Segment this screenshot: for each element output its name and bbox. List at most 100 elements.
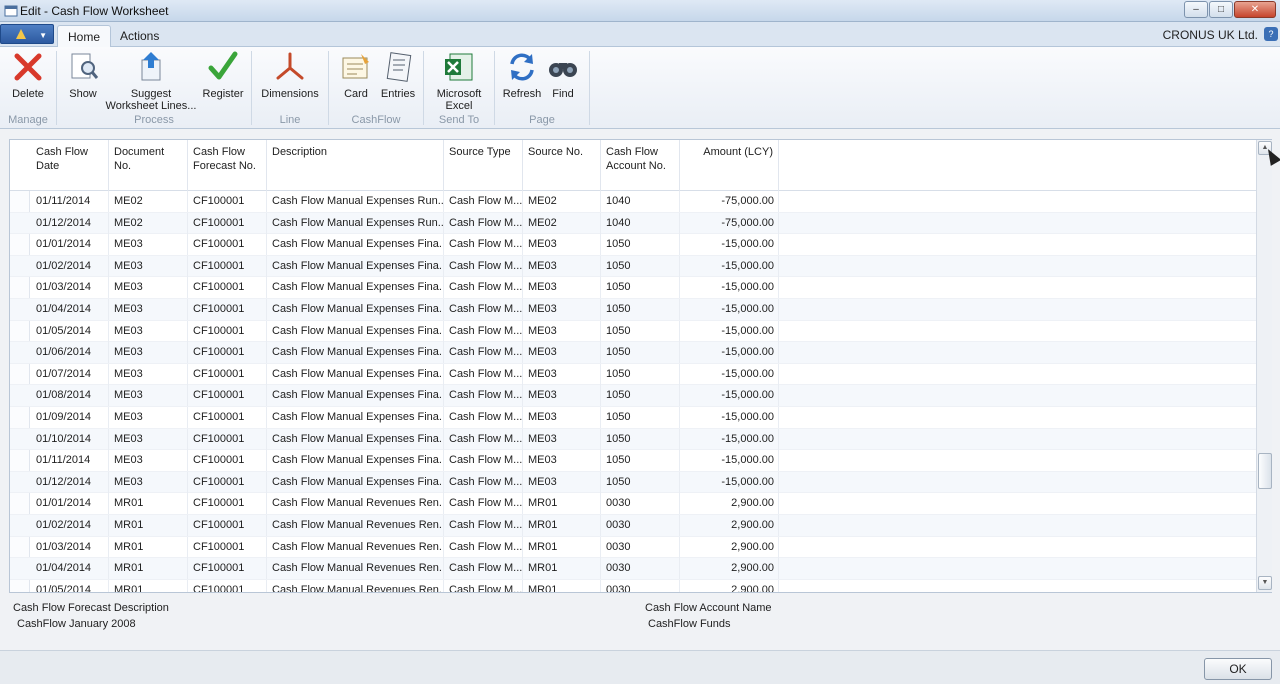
cell-cash-flow-date[interactable]: 01/09/2014 [33,407,109,428]
cell-source-type[interactable]: Cash Flow M... [446,493,523,515]
table-row[interactable]: 01/04/2014 ME03 CF100001 Cash Flow Manual E… [10,299,1256,321]
cell-forecast-no[interactable]: CF100001 [190,191,267,212]
cell-forecast-no[interactable]: CF100001 [190,299,267,320]
cell-source-no[interactable]: ME03 [525,407,601,428]
cell-document-no[interactable]: ME03 [111,471,188,493]
cell-source-type[interactable]: Cash Flow M... [446,212,523,234]
cell-account-no[interactable]: 0030 [603,579,680,592]
find-button[interactable]: Find [543,50,583,100]
cell-amount-lcy[interactable]: -75,000.00 [682,212,779,234]
cell-source-type[interactable]: Cash Flow M... [446,579,523,592]
cell-document-no[interactable]: ME02 [111,191,188,212]
table-row[interactable]: 01/09/2014 ME03 CF100001 Cash Flow Manual E… [10,407,1256,429]
cell-source-type[interactable]: Cash Flow M... [446,277,523,299]
cell-source-no[interactable]: ME03 [525,450,601,472]
cell-source-no[interactable]: ME03 [525,299,601,320]
scroll-down-button[interactable]: ▼ [1258,576,1272,590]
cell-account-no[interactable]: 1050 [603,299,680,320]
cell-amount-lcy[interactable]: 2,900.00 [682,493,779,515]
cell-amount-lcy[interactable]: -15,000.00 [682,342,779,364]
cell-forecast-no[interactable]: CF100001 [190,471,267,493]
suggest-worksheet-lines-button[interactable]: Suggest Worksheet Lines... [103,50,199,112]
cell-cash-flow-date[interactable]: 01/05/2014 [33,579,109,592]
column-header-document-no[interactable]: Document No. [109,140,188,191]
column-header-description[interactable]: Description [267,140,444,191]
cell-account-no[interactable]: 1050 [603,342,680,364]
cell-source-type[interactable]: Cash Flow M... [446,515,523,536]
cell-forecast-no[interactable]: CF100001 [190,255,267,277]
cell-forecast-no[interactable]: CF100001 [190,320,267,342]
cell-description[interactable]: Cash Flow Manual Expenses Fina... [269,299,444,320]
cell-amount-lcy[interactable]: -15,000.00 [682,450,779,472]
column-header-cash-flow-date[interactable]: Cash Flow Date [31,140,109,191]
cell-source-no[interactable]: MR01 [525,493,601,515]
cell-description[interactable]: Cash Flow Manual Expenses Fina... [269,428,444,450]
close-button[interactable]: ✕ [1234,1,1276,18]
cell-account-no[interactable]: 1050 [603,450,680,472]
cell-source-no[interactable]: ME03 [525,428,601,450]
minimize-button[interactable]: – [1184,1,1208,18]
cell-forecast-no[interactable]: CF100001 [190,515,267,536]
column-header-amount-lcy[interactable]: Amount (LCY) [680,140,779,191]
ok-button[interactable]: OK [1204,658,1272,680]
scroll-thumb[interactable] [1258,453,1272,489]
cell-description[interactable]: Cash Flow Manual Expenses Run... [269,212,444,234]
cell-source-type[interactable]: Cash Flow M... [446,450,523,472]
cell-source-no[interactable]: ME02 [525,191,601,212]
cell-amount-lcy[interactable]: -15,000.00 [682,428,779,450]
cell-account-no[interactable]: 1040 [603,212,680,234]
table-row[interactable]: 01/10/2014 ME03 CF100001 Cash Flow Manual E… [10,428,1256,451]
cell-amount-lcy[interactable]: -15,000.00 [682,299,779,320]
cell-account-no[interactable]: 1050 [603,320,680,342]
cell-description[interactable]: Cash Flow Manual Expenses Fina... [269,234,444,256]
card-button[interactable]: Card [335,50,377,100]
cell-cash-flow-date[interactable]: 01/10/2014 [33,428,109,450]
cell-cash-flow-date[interactable]: 01/04/2014 [33,299,109,320]
cell-cash-flow-date[interactable]: 01/12/2014 [33,212,109,234]
cell-source-type[interactable]: Cash Flow M... [446,407,523,428]
cell-description[interactable]: Cash Flow Manual Expenses Fina... [269,255,444,277]
cell-description[interactable]: Cash Flow Manual Expenses Fina... [269,277,444,299]
cell-description[interactable]: Cash Flow Manual Expenses Fina... [269,385,444,407]
column-header-source-type[interactable]: Source Type [444,140,523,191]
cell-amount-lcy[interactable]: 2,900.00 [682,515,779,536]
cell-description[interactable]: Cash Flow Manual Revenues Ren... [269,579,444,592]
cell-source-no[interactable]: MR01 [525,579,601,592]
cell-forecast-no[interactable]: CF100001 [190,385,267,407]
cell-source-type[interactable]: Cash Flow M... [446,363,523,385]
cell-cash-flow-date[interactable]: 01/05/2014 [33,320,109,342]
cell-source-type[interactable]: Cash Flow M... [446,558,523,580]
cell-document-no[interactable]: MR01 [111,579,188,592]
column-header-forecast-no[interactable]: Cash Flow Forecast No. [188,140,267,191]
cell-account-no[interactable]: 1050 [603,277,680,299]
cell-document-no[interactable]: ME03 [111,255,188,277]
cell-cash-flow-date[interactable]: 01/06/2014 [33,342,109,364]
cell-amount-lcy[interactable]: -15,000.00 [682,385,779,407]
table-row[interactable]: 01/05/2014 MR01 CF100001 Cash Flow Manual R… [10,579,1256,592]
cell-amount-lcy[interactable]: -15,000.00 [682,255,779,277]
delete-button[interactable]: Delete [6,50,50,100]
cell-account-no[interactable]: 1050 [603,407,680,428]
cell-account-no[interactable]: 1050 [603,471,680,493]
cell-account-no[interactable]: 1050 [603,363,680,385]
cell-forecast-no[interactable]: CF100001 [190,407,267,428]
cell-amount-lcy[interactable]: -15,000.00 [682,471,779,493]
cell-cash-flow-date[interactable]: 01/02/2014 [33,515,109,536]
cell-forecast-no[interactable]: CF100001 [190,234,267,256]
cell-cash-flow-date[interactable]: 01/02/2014 [33,255,109,277]
tab-actions[interactable]: Actions [110,25,169,47]
cell-account-no[interactable]: 0030 [603,536,680,558]
cell-account-no[interactable]: 1050 [603,255,680,277]
cell-forecast-no[interactable]: CF100001 [190,428,267,450]
cell-description[interactable]: Cash Flow Manual Expenses Fina... [269,471,444,493]
table-row[interactable]: 01/01/2014 ME03 CF100001 Cash Flow Manual E… [10,234,1256,256]
cell-source-no[interactable]: ME03 [525,320,601,342]
cell-document-no[interactable]: ME03 [111,363,188,385]
cell-document-no[interactable]: ME03 [111,234,188,256]
cell-description[interactable]: Cash Flow Manual Expenses Fina... [269,320,444,342]
table-row[interactable]: 01/11/2014 ME02 CF100001 Cash Flow Manual E… [10,191,1256,213]
cell-document-no[interactable]: ME03 [111,450,188,472]
cell-forecast-no[interactable]: CF100001 [190,212,267,234]
table-row[interactable]: 01/02/2014 MR01 CF100001 Cash Flow Manual R… [10,515,1256,537]
cell-source-no[interactable]: MR01 [525,558,601,580]
